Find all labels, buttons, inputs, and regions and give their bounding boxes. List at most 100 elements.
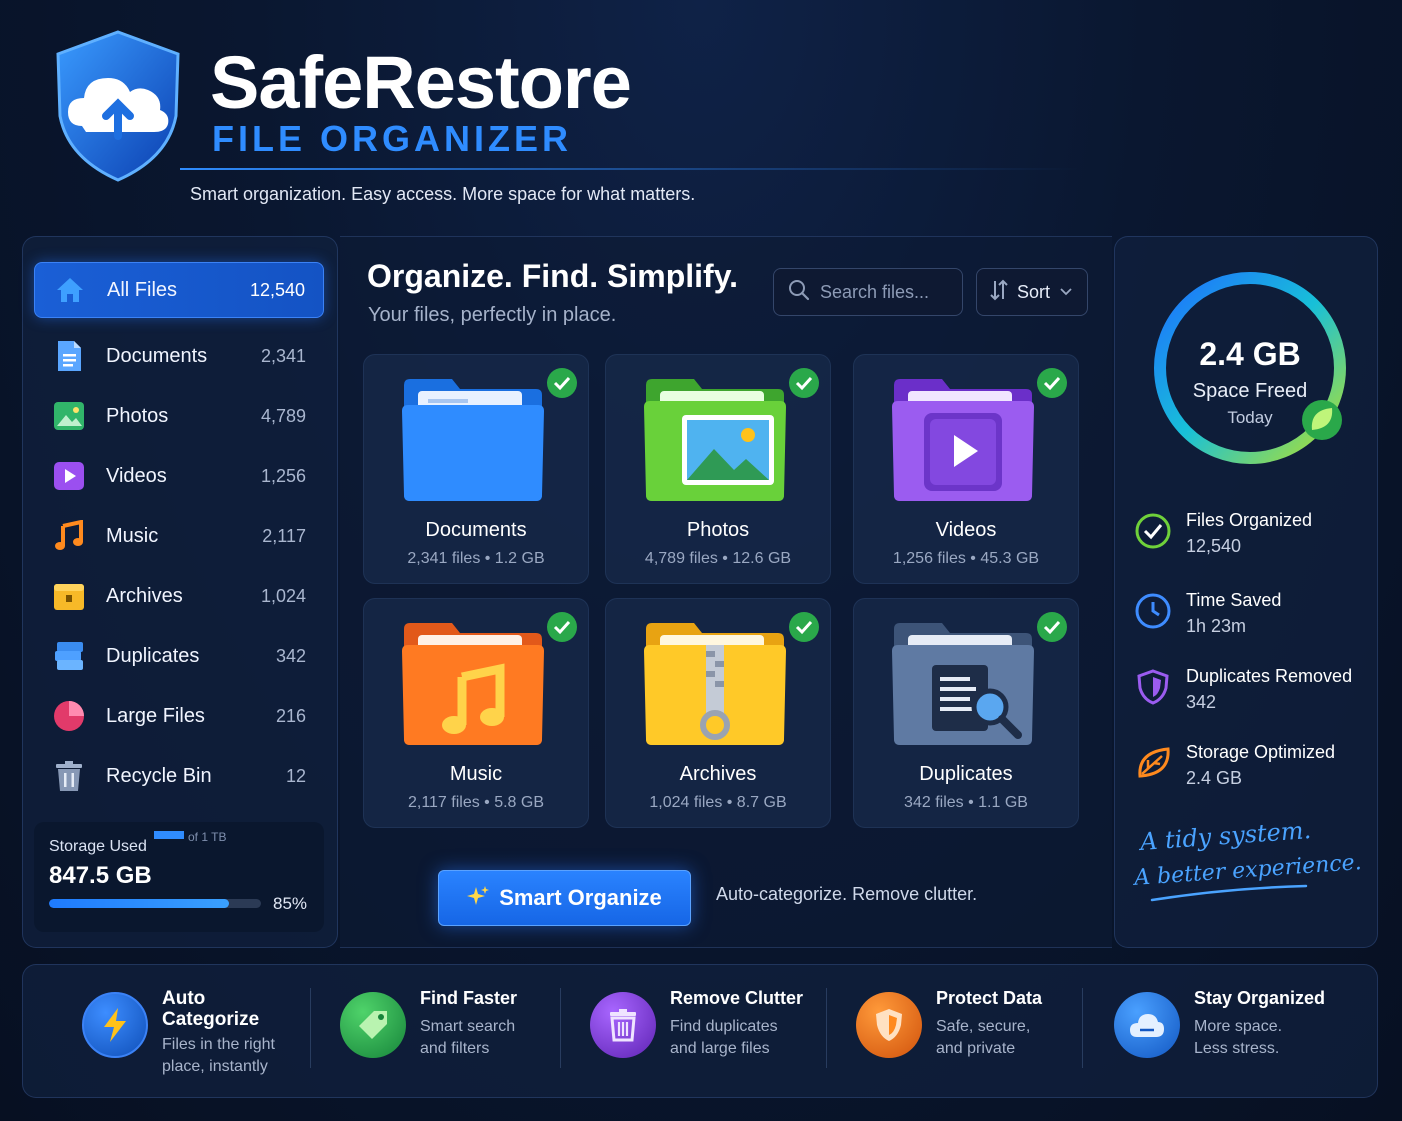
sidebar-item-documents[interactable]: Documents 2,341	[34, 328, 324, 384]
shield-icon	[856, 992, 922, 1058]
feature-title: Remove Clutter	[670, 988, 804, 1008]
category-card-videos[interactable]: Videos 1,256 files • 45.3 GB	[853, 354, 1079, 584]
storage-progress-fill	[49, 899, 230, 908]
sort-icon	[989, 279, 1009, 306]
music-icon	[52, 519, 86, 553]
storage-progress-bar	[49, 899, 261, 908]
sidebar-item-archives[interactable]: Archives 1,024	[34, 568, 324, 624]
sort-label: Sort	[1017, 281, 1051, 302]
search-folder-icon	[892, 623, 1034, 745]
feature-divider	[826, 988, 827, 1068]
zip-folder-icon	[644, 623, 786, 745]
sort-button[interactable]: Sort	[976, 268, 1088, 316]
sidebar-item-photos[interactable]: Photos 4,789	[34, 388, 324, 444]
sidebar-item-count: 4,789	[260, 405, 306, 426]
shield-cloud-logo-icon	[56, 30, 180, 182]
category-card-music[interactable]: Music 2,117 files • 5.8 GB	[363, 598, 589, 828]
card-meta: 2,117 files • 5.8 GB	[407, 794, 545, 811]
sparkle-icon	[467, 885, 490, 912]
sidebar-item-count: 216	[275, 705, 306, 726]
feature-title: Auto Categorize	[162, 988, 260, 1030]
feature-find-faster: Find Faster Smart search and filters	[340, 984, 550, 1080]
stat-value: 12,540	[1186, 536, 1242, 556]
sidebar-item-count: 12	[285, 765, 306, 786]
stat-label: Time Saved	[1186, 590, 1282, 610]
card-meta: 4,789 files • 12.6 GB	[644, 550, 792, 567]
music-folder-icon	[402, 623, 544, 745]
sidebar-item-large-files[interactable]: Large Files 216	[34, 688, 324, 744]
video-folder-icon	[892, 379, 1034, 501]
check-badge-icon	[789, 612, 819, 642]
card-title: Music	[449, 763, 503, 785]
storage-percent: 85%	[273, 894, 308, 913]
sidebar-item-count: 1,024	[260, 585, 306, 606]
stat-label: Storage Optimized	[1186, 742, 1336, 762]
document-icon	[52, 339, 86, 373]
duplicates-icon	[52, 639, 86, 673]
card-meta: 1,256 files • 45.3 GB	[892, 550, 1040, 567]
feature-protect-data: Protect Data Safe, secure, and private	[856, 984, 1071, 1080]
smart-organize-button[interactable]: Smart Organize	[438, 870, 691, 926]
space-freed-label: Space Freed	[1192, 380, 1308, 402]
lightning-icon	[82, 992, 148, 1058]
feature-divider	[1082, 988, 1083, 1068]
sidebar-item-duplicates[interactable]: Duplicates 342	[34, 628, 324, 684]
search-input[interactable]: Search files...	[773, 268, 963, 316]
card-title: Videos	[935, 519, 997, 541]
check-badge-icon	[547, 368, 577, 398]
sidebar-item-count: 342	[275, 645, 306, 666]
sidebar-item-label: Large Files	[106, 704, 205, 727]
card-title: Duplicates	[919, 763, 1013, 785]
sidebar-item-count: 12,540	[249, 279, 305, 300]
home-icon	[53, 273, 87, 307]
category-card-archives[interactable]: Archives 1,024 files • 8.7 GB	[605, 598, 831, 828]
sidebar-item-label: Documents	[106, 344, 208, 367]
check-badge-icon	[547, 612, 577, 642]
feature-description: Files in the right place, instantly	[162, 1036, 275, 1075]
trash-icon	[52, 759, 86, 793]
sidebar-item-label: Videos	[106, 464, 167, 487]
feature-remove-clutter: Remove Clutter Find duplicates and large …	[590, 984, 815, 1080]
feature-stay-organized: Stay Organized More space. Less stress.	[1114, 984, 1354, 1080]
feature-title: Stay Organized	[1194, 988, 1326, 1008]
archive-icon	[52, 579, 86, 613]
page-title: Organize. Find. Simplify.	[367, 258, 738, 294]
tagline: Smart organization. Easy access. More sp…	[190, 184, 696, 204]
stat-value: 342	[1186, 692, 1217, 712]
sidebar-item-count: 1,256	[260, 465, 306, 486]
feature-auto-categorize: Auto Categorize Files in the right place, …	[82, 984, 302, 1080]
header-divider	[180, 168, 1080, 170]
sidebar-item-label: Duplicates	[106, 644, 200, 667]
app-title: SafeRestore	[210, 41, 632, 124]
storage-label: Storage Used	[49, 838, 147, 855]
trash-icon	[590, 992, 656, 1058]
page-subtitle: Your files, perfectly in place.	[368, 304, 617, 326]
sidebar-item-all-files[interactable]: All Files 12,540	[34, 262, 324, 318]
search-placeholder: Search files...	[820, 281, 930, 302]
card-title: Documents	[425, 519, 527, 541]
sidebar-item-count: 2,341	[260, 345, 306, 366]
shield-icon	[1137, 669, 1169, 705]
card-title: Photos	[686, 519, 750, 541]
feature-divider	[310, 988, 311, 1068]
storage-capacity: of 1 TB	[188, 830, 227, 844]
stat-label: Files Organized	[1186, 510, 1313, 530]
video-icon	[52, 459, 86, 493]
storage-value: 847.5 GB	[49, 862, 152, 889]
sidebar-item-recycle-bin[interactable]: Recycle Bin 12	[34, 748, 324, 804]
photo-folder-icon	[644, 379, 786, 501]
check-badge-icon	[1037, 612, 1067, 642]
feature-description: Safe, secure, and private	[936, 1018, 1031, 1057]
chevron-down-icon	[1060, 283, 1072, 301]
category-card-duplicates[interactable]: Duplicates 342 files • 1.1 GB	[853, 598, 1079, 828]
pie-chart-icon	[52, 699, 86, 733]
sidebar-item-music[interactable]: Music 2,117	[34, 508, 324, 564]
feature-title: Find Faster	[420, 988, 518, 1008]
space-freed-period: Today	[1227, 408, 1273, 427]
sidebar-item-videos[interactable]: Videos 1,256	[34, 448, 324, 504]
card-meta: 2,341 files • 1.2 GB	[407, 550, 545, 567]
smart-organize-label: Smart Organize	[499, 885, 662, 910]
category-card-documents[interactable]: Documents 2,341 files • 1.2 GB	[363, 354, 589, 584]
check-circle-icon	[1135, 513, 1171, 549]
category-card-photos[interactable]: Photos 4,789 files • 12.6 GB	[605, 354, 831, 584]
